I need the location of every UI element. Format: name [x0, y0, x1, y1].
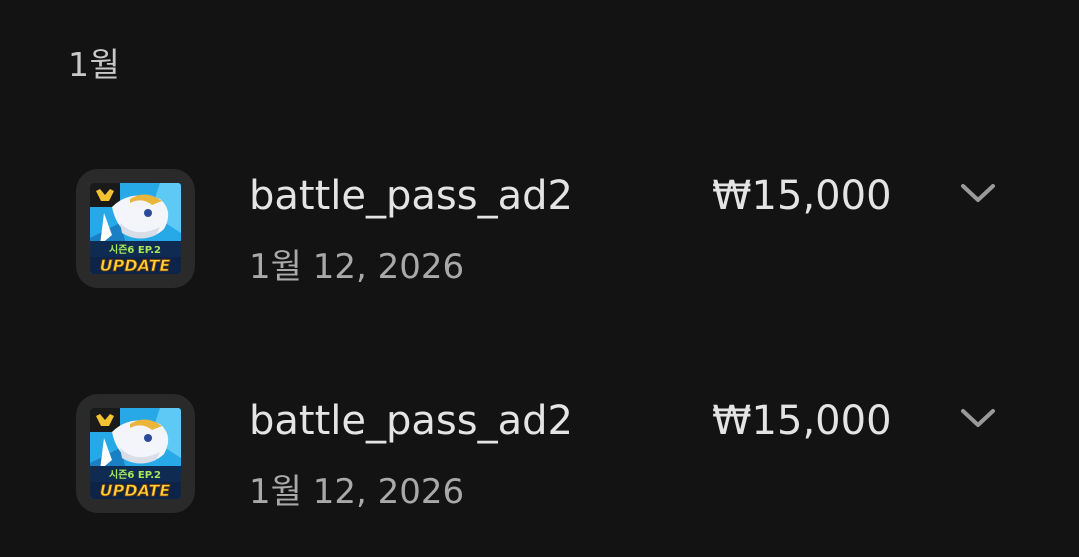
game-app-icon: 시즌6 EP.2 UPDATE — [90, 408, 181, 499]
svg-text:UPDATE: UPDATE — [100, 256, 171, 274]
month-header: 1월 — [68, 45, 121, 84]
item-name: battle_pass_ad2 — [249, 398, 573, 444]
purchase-row[interactable]: 시즌6 EP.2 UPDATE battle_pass_ad2 1월 12, 2… — [0, 394, 1079, 524]
purchase-date: 1월 12, 2026 — [249, 247, 465, 287]
svg-text:UPDATE: UPDATE — [100, 481, 171, 499]
game-app-icon: 시즌6 EP.2 UPDATE — [90, 183, 181, 274]
purchase-row[interactable]: 시즌6 EP.2 UPDATE battle_pass_ad2 1월 12, 2… — [0, 169, 1079, 299]
purchase-date: 1월 12, 2026 — [249, 472, 465, 512]
item-name: battle_pass_ad2 — [249, 173, 573, 219]
app-icon-tile: 시즌6 EP.2 UPDATE — [76, 394, 195, 513]
app-icon-tile: 시즌6 EP.2 UPDATE — [76, 169, 195, 288]
item-price: ₩15,000 — [712, 173, 892, 219]
item-price: ₩15,000 — [712, 398, 892, 444]
chevron-down-icon[interactable] — [958, 404, 998, 434]
chevron-down-icon[interactable] — [958, 179, 998, 209]
svg-text:시즌6 EP.2: 시즌6 EP.2 — [109, 244, 161, 256]
svg-text:시즌6 EP.2: 시즌6 EP.2 — [109, 469, 161, 481]
